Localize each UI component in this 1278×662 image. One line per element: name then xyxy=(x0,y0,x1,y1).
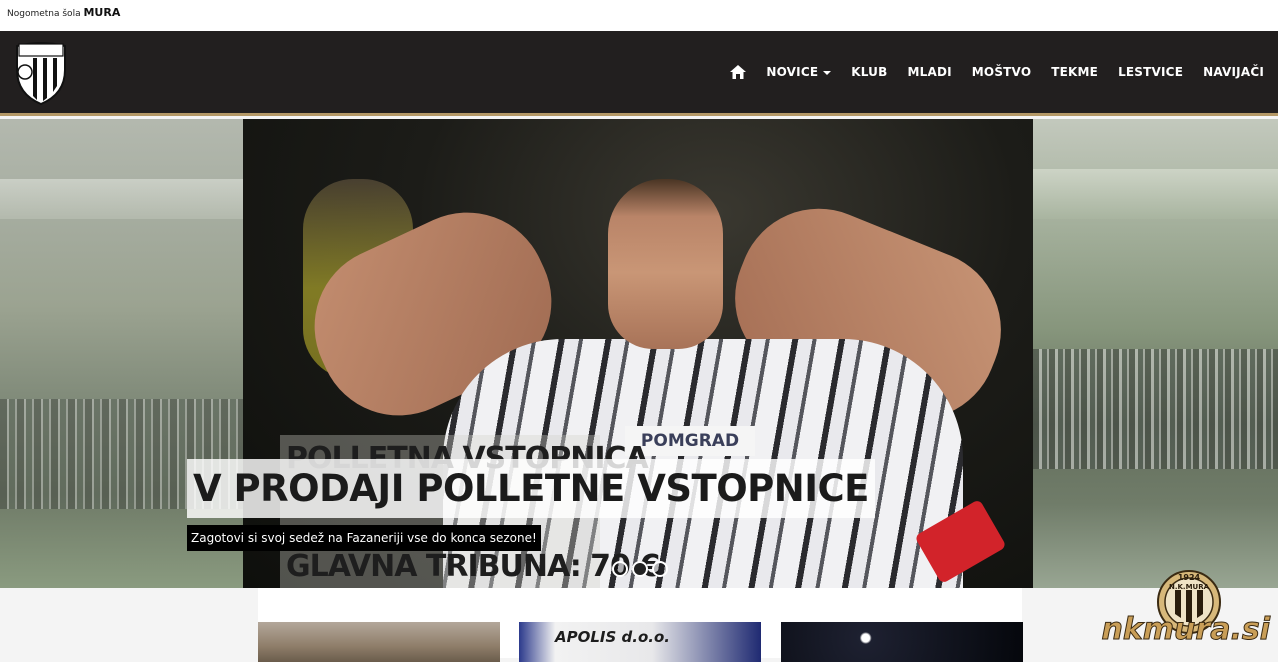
slide-title[interactable]: V PRODAJI POLLETNE VSTOPNICE xyxy=(187,459,875,518)
player-head xyxy=(608,179,723,349)
news-card-image-2[interactable]: APOLIS d.o.o. xyxy=(519,622,761,662)
carousel-dot-1[interactable] xyxy=(612,561,628,577)
crowd-right xyxy=(1033,349,1278,469)
watermark-year: 1924 xyxy=(1178,573,1201,582)
news-card-image-3[interactable] xyxy=(781,622,1023,662)
watermark-club: N.K.MURA xyxy=(1169,583,1210,591)
home-icon[interactable] xyxy=(730,65,747,79)
nav-item-mostvo[interactable]: MOŠTVO xyxy=(972,65,1031,79)
nav-item-tekme[interactable]: TEKME xyxy=(1051,65,1098,79)
poster-price: GLAVNA TRIBUNA: 70 € xyxy=(286,549,660,584)
school-prefix: Nogometna šola xyxy=(7,9,81,19)
top-bar: Nogometna šola MURA xyxy=(0,0,1278,31)
carousel-indicators xyxy=(612,561,672,577)
sponsor-board-text: APOLIS d.o.o. xyxy=(555,628,670,646)
slide-subtitle: Zagotovi si svoj sedež na Fazaneriji vse… xyxy=(187,525,541,551)
news-card-image-1[interactable] xyxy=(258,622,500,662)
nav-item-lestvice[interactable]: LESTVICE xyxy=(1118,65,1183,79)
watermark-site: nkmura.si xyxy=(1101,612,1271,648)
nav-item-novice[interactable]: NOVICE xyxy=(766,65,832,79)
stadium-stand-left xyxy=(0,179,243,219)
nav-item-navijaci[interactable]: NAVIJAČI xyxy=(1203,65,1264,79)
caret-down-icon xyxy=(823,70,832,75)
school-link[interactable]: Nogometna šola MURA xyxy=(7,6,120,19)
club-crest-logo[interactable] xyxy=(11,40,71,106)
school-name: MURA xyxy=(83,6,121,19)
carousel-dot-3[interactable] xyxy=(652,561,668,577)
carousel-dot-2[interactable] xyxy=(632,561,648,577)
main-nav: NOVICE KLUB MLADI MOŠTVO TEKME LESTVICE … xyxy=(730,65,1264,79)
news-section: APOLIS d.o.o. xyxy=(258,588,1023,662)
stadium-stand-right xyxy=(1033,169,1278,219)
nav-item-mladi[interactable]: MLADI xyxy=(907,65,951,79)
nav-item-klub[interactable]: KLUB xyxy=(851,65,887,79)
main-navbar: NOVICE KLUB MLADI MOŠTVO TEKME LESTVICE … xyxy=(0,31,1278,116)
